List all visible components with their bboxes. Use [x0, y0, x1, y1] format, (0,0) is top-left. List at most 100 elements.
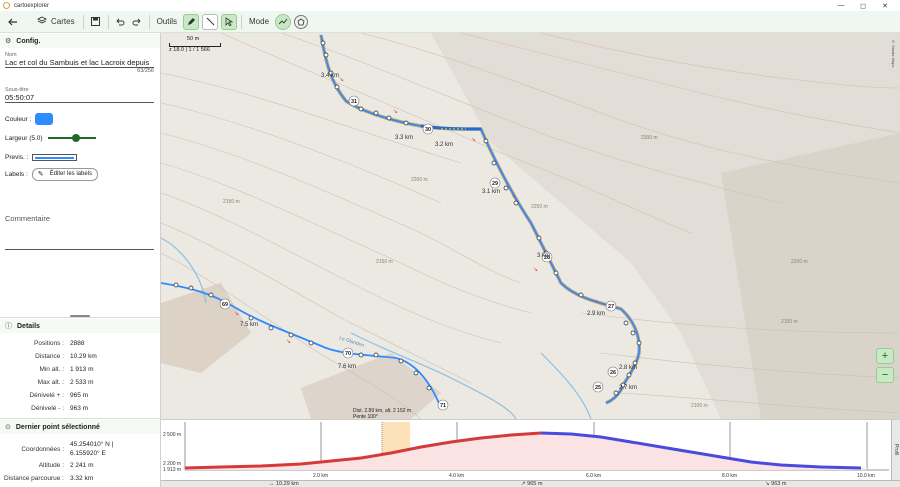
save-icon[interactable] — [88, 14, 104, 30]
details-row: Distance : 10.29 km — [0, 350, 160, 363]
redo-icon[interactable] — [129, 14, 145, 30]
contour-label: 2200 m — [791, 259, 808, 265]
nom-input[interactable]: Lac et col du Sambuis et lac Lacroix dep… — [0, 58, 155, 67]
svg-text:↘: ↘ — [595, 298, 600, 305]
layers-icon — [36, 16, 48, 27]
mode-label: Mode — [249, 17, 270, 26]
elevation-profile[interactable]: 2 500 m 2 200 m 1 913 m 2.0 km 4.0 km 6.… — [161, 408, 900, 487]
y-tick: 2 500 m — [163, 432, 181, 438]
details-row: Dénivelé - : 963 m — [0, 402, 160, 415]
altitude-label: Altitude : — [38, 462, 64, 469]
km-label: 7.6 km — [338, 364, 356, 370]
close-button[interactable]: ✕ — [874, 0, 896, 11]
km-label: 2.8 km — [619, 365, 637, 371]
panel-divider — [0, 317, 160, 318]
commentaire-input[interactable] — [0, 223, 160, 249]
labels-label: Labels : — [5, 170, 28, 178]
km-label: 3.1 km — [482, 189, 500, 195]
color-swatch[interactable] — [35, 113, 54, 125]
waypoint-label: 30 — [425, 127, 431, 133]
minimize-button[interactable]: — — [830, 0, 852, 11]
x-tick: 8.0 km — [722, 473, 737, 479]
slider-thumb[interactable] — [71, 134, 80, 142]
line-preview — [32, 153, 78, 161]
largeur-slider[interactable] — [47, 134, 96, 142]
details-key: Dénivelé + : — [29, 392, 64, 399]
km-label: 3 km — [537, 253, 550, 259]
config-title: Config. — [16, 37, 41, 45]
details-value: 2 533 m — [70, 379, 94, 386]
cursor-info-line2: Pente 100° — [353, 414, 378, 420]
svg-text:↘: ↘ — [471, 136, 476, 143]
largeur-label: Largeur (5.0) — [5, 134, 43, 142]
contour-label: 2150 m — [781, 319, 798, 325]
distance-label: Distance parcourue : — [4, 475, 64, 482]
status-descent: ↘ 963 m — [765, 481, 787, 487]
details-row: Max alt. : 2 533 m — [0, 376, 160, 389]
couleur-label: Couleur : — [5, 115, 32, 123]
maximize-button[interactable]: ◻ — [852, 0, 874, 11]
toolbar: Cartes Outils Mode — [0, 11, 900, 33]
draw-tool-icon[interactable] — [183, 13, 200, 30]
svg-text:↘: ↘ — [533, 266, 538, 273]
km-label: 3.4 km — [321, 73, 339, 79]
contour-label: 2150 m — [223, 199, 240, 205]
km-label: 7.5 km — [240, 322, 258, 328]
previs-label: Previs. : — [5, 153, 29, 161]
waypoint-label: 71 — [440, 403, 446, 409]
altitude-row: Altitude : 2 241 m — [0, 459, 160, 472]
profile-tab[interactable]: Profil — [891, 420, 900, 480]
status-distance: ↔ 10.29 km — [269, 481, 299, 487]
details-key: Dénivelé - : — [31, 405, 64, 412]
info-icon: ⓘ — [5, 323, 12, 330]
details-value: 1 913 m — [70, 366, 94, 373]
labels-row: Labels : ✎ Éditer les labels — [0, 165, 99, 183]
soustitre-input[interactable]: 05:50:07 — [0, 93, 160, 102]
distance-value: 3.32 km — [70, 475, 94, 482]
outils-label: Outils — [156, 17, 178, 26]
waypoint-label: 25 — [595, 385, 601, 391]
lastpoint-header[interactable]: ⊙ Dernier point sélectionné — [0, 420, 160, 434]
map-attribution[interactable]: © Stadia Maps — [891, 39, 896, 67]
zoom-level: z 18.0 | 1 / 1 566 — [169, 47, 210, 53]
polygon-mode-icon[interactable] — [294, 14, 309, 29]
commentaire-underline — [5, 249, 154, 250]
details-header[interactable]: ⓘ Details — [0, 319, 160, 333]
contour-label: 2150 m — [376, 259, 393, 265]
edit-labels-button[interactable]: ✎ Éditer les labels — [31, 167, 99, 181]
gear-icon: ⚙ — [5, 38, 12, 45]
measure-tool-icon[interactable] — [202, 13, 219, 30]
lastpoint-title: Dernier point sélectionné — [15, 423, 100, 431]
details-row: Positions : 2888 — [0, 337, 160, 350]
undo-icon[interactable] — [113, 14, 129, 30]
toolbar-divider — [241, 14, 243, 29]
back-arrow-icon[interactable] — [5, 14, 21, 30]
km-label: 2.9 km — [587, 311, 605, 317]
details-key: Distance : — [35, 353, 64, 360]
x-tick: 6.0 km — [586, 473, 601, 479]
profile-tab-label: Profil — [893, 444, 899, 456]
coord-row: Coordonnées : 45.254010° N | 6.155920° E — [0, 439, 160, 459]
profile-chart: 2 500 m 2 200 m 1 913 m 2.0 km 4.0 km 6.… — [163, 422, 889, 479]
details-title: Details — [17, 322, 40, 330]
coord-label: Coordonnées : — [21, 445, 64, 453]
scale-label: 50 m — [187, 36, 200, 42]
coord-lon: 6.155920° E — [70, 450, 106, 457]
window-title: cartoexplorer — [14, 2, 50, 9]
pin-icon: ⊙ — [5, 424, 11, 431]
couleur-row: Couleur : — [0, 110, 54, 128]
soustitre-underline — [5, 102, 154, 103]
details-value: 2888 — [70, 340, 85, 347]
contour-label: 2200 m — [411, 177, 428, 183]
line-mode-icon[interactable] — [275, 13, 292, 30]
zoom-out-button[interactable]: − — [876, 367, 894, 383]
config-header[interactable]: ⚙ Config. — [0, 34, 160, 48]
distance-row: Distance parcourue : 3.32 km — [0, 472, 160, 485]
map-view[interactable]: 2300 m 2200 m 2250 m 2150 m 2150 m 2200 … — [161, 33, 900, 419]
altitude-value: 2 241 m — [70, 462, 94, 469]
zoom-in-button[interactable]: + — [876, 348, 894, 364]
x-tick: 10.0 km — [857, 473, 875, 479]
cartes-button[interactable]: Cartes — [33, 14, 79, 30]
waypoint-label: 26 — [610, 370, 616, 376]
select-tool-icon[interactable] — [221, 13, 238, 30]
